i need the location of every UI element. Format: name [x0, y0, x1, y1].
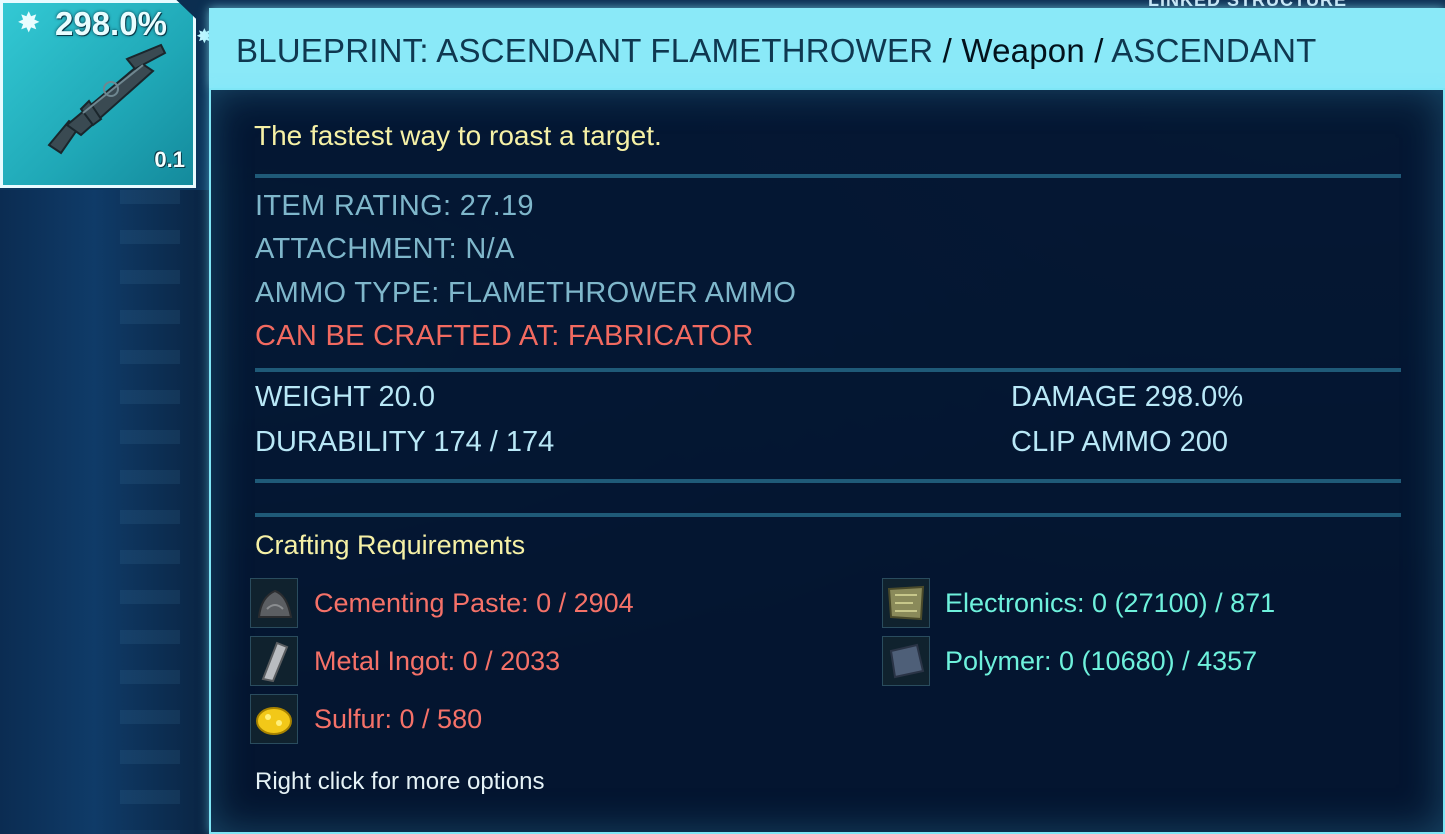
- metal-ingot-icon: [250, 636, 298, 686]
- cementing-paste-icon: [250, 578, 298, 628]
- item-name: BLUEPRINT: ASCENDANT FLAMETHROWER: [236, 32, 934, 69]
- title-separator: /: [933, 32, 962, 69]
- clip-ammo-stat: CLIP AMMO 200: [1011, 426, 1229, 458]
- requirement-polymer: Polymer: 0 (10680) / 4357: [945, 646, 1258, 676]
- item-category: Weapon: [961, 32, 1085, 69]
- sulfur-icon: [250, 694, 298, 744]
- ammo-type: AMMO TYPE: FLAMETHROWER AMMO: [255, 277, 797, 309]
- requirement-cementing-paste: Cementing Paste: 0 / 2904: [314, 588, 634, 618]
- item-rating: ITEM RATING: 27.19: [255, 190, 534, 222]
- tooltip-title: BLUEPRINT: ASCENDANT FLAMETHROWER / Weap…: [236, 32, 1317, 70]
- item-tooltip: BLUEPRINT: ASCENDANT FLAMETHROWER / Weap…: [209, 8, 1445, 834]
- crafting-heading: Crafting Requirements: [255, 530, 526, 560]
- item-slot[interactable]: ✸ 298.0% 0.1: [0, 0, 196, 188]
- divider: [255, 513, 1401, 517]
- inventory-background-strip: [0, 190, 210, 834]
- right-click-hint: Right click for more options: [255, 768, 545, 795]
- flamethrower-icon: [47, 43, 167, 155]
- electronics-icon: [882, 578, 930, 628]
- attachment: ATTACHMENT: N/A: [255, 233, 515, 265]
- slot-damage-value: 298.0%: [55, 5, 167, 42]
- divider: [255, 174, 1401, 178]
- weight-stat: WEIGHT 20.0: [255, 381, 435, 413]
- sparkle-icon: ✸: [17, 6, 41, 39]
- divider: [255, 368, 1401, 372]
- durability-stat: DURABILITY 174 / 174: [255, 426, 555, 458]
- item-quality: ASCENDANT: [1111, 32, 1317, 69]
- tooltip-title-bar: BLUEPRINT: ASCENDANT FLAMETHROWER / Weap…: [209, 8, 1445, 88]
- divider: [255, 479, 1401, 483]
- crafted-at: CAN BE CRAFTED AT: FABRICATOR: [255, 320, 754, 352]
- polymer-icon: [882, 636, 930, 686]
- requirement-electronics: Electronics: 0 (27100) / 871: [945, 588, 1276, 618]
- requirement-metal-ingot: Metal Ingot: 0 / 2033: [314, 646, 561, 676]
- requirement-sulfur: Sulfur: 0 / 580: [314, 704, 483, 734]
- item-description: The fastest way to roast a target.: [254, 120, 662, 151]
- title-separator: /: [1084, 32, 1112, 69]
- damage-stat: DAMAGE 298.0%: [1011, 381, 1244, 413]
- slot-quantity: 0.1: [154, 147, 185, 172]
